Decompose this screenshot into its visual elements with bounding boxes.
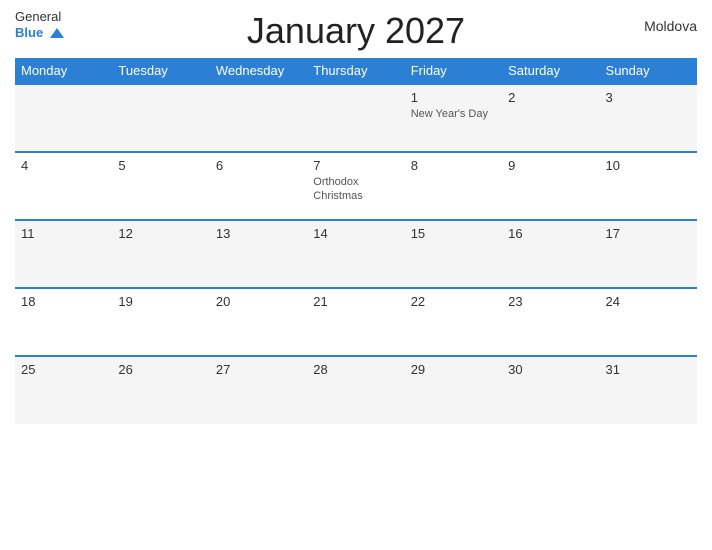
calendar-body: 1 New Year's Day 23 4567 Orthodox Christmas 8… xyxy=(15,84,697,424)
calendar-day: 2 xyxy=(502,84,599,152)
holiday-name: Orthodox Christmas xyxy=(313,175,398,204)
calendar-day: 13 xyxy=(210,220,307,288)
calendar-day: 30 xyxy=(502,356,599,424)
day-number: 12 xyxy=(118,226,203,241)
day-number: 26 xyxy=(118,362,203,377)
country-label: Moldova xyxy=(644,18,697,34)
col-wednesday: Wednesday xyxy=(210,58,307,84)
day-number: 18 xyxy=(21,294,106,309)
day-number: 11 xyxy=(21,226,106,241)
calendar-day: 16 xyxy=(502,220,599,288)
day-number: 2 xyxy=(508,90,593,105)
col-tuesday: Tuesday xyxy=(112,58,209,84)
holiday-name: New Year's Day xyxy=(411,107,496,121)
day-number: 15 xyxy=(411,226,496,241)
calendar-day: 23 xyxy=(502,288,599,356)
logo-blue-text: Blue xyxy=(15,25,43,40)
day-number: 19 xyxy=(118,294,203,309)
day-number: 29 xyxy=(411,362,496,377)
calendar-day xyxy=(307,84,404,152)
calendar-day xyxy=(112,84,209,152)
calendar-day: 27 xyxy=(210,356,307,424)
day-number: 8 xyxy=(411,158,496,173)
day-number: 30 xyxy=(508,362,593,377)
day-number: 1 xyxy=(411,90,496,105)
day-number: 20 xyxy=(216,294,301,309)
col-friday: Friday xyxy=(405,58,502,84)
calendar-day: 28 xyxy=(307,356,404,424)
calendar-table: Monday Tuesday Wednesday Thursday Friday… xyxy=(15,58,697,424)
calendar-day: 1 New Year's Day xyxy=(405,84,502,152)
logo-blue-row: Blue xyxy=(15,24,64,42)
calendar-day: 3 xyxy=(600,84,697,152)
calendar-day: 26 xyxy=(112,356,209,424)
calendar-day: 11 xyxy=(15,220,112,288)
calendar-day: 14 xyxy=(307,220,404,288)
calendar-day: 15 xyxy=(405,220,502,288)
calendar-day: 24 xyxy=(600,288,697,356)
day-number: 23 xyxy=(508,294,593,309)
calendar-day: 17 xyxy=(600,220,697,288)
calendar-day: 21 xyxy=(307,288,404,356)
day-number: 16 xyxy=(508,226,593,241)
calendar-day: 6 xyxy=(210,152,307,220)
logo: General Blue xyxy=(15,10,64,42)
day-number: 17 xyxy=(606,226,691,241)
calendar-day xyxy=(15,84,112,152)
calendar-container: General Blue January 2027 Moldova Monday… xyxy=(0,0,712,550)
day-number: 14 xyxy=(313,226,398,241)
month-title: January 2027 xyxy=(247,10,465,52)
calendar-day: 25 xyxy=(15,356,112,424)
day-number: 31 xyxy=(606,362,691,377)
logo-triangle-icon xyxy=(50,28,64,38)
calendar-day: 20 xyxy=(210,288,307,356)
day-number: 7 xyxy=(313,158,398,173)
col-thursday: Thursday xyxy=(307,58,404,84)
day-number: 25 xyxy=(21,362,106,377)
col-saturday: Saturday xyxy=(502,58,599,84)
calendar-day: 5 xyxy=(112,152,209,220)
calendar-day: 8 xyxy=(405,152,502,220)
day-number: 9 xyxy=(508,158,593,173)
calendar-header: General Blue January 2027 Moldova xyxy=(15,10,697,52)
calendar-day xyxy=(210,84,307,152)
calendar-day: 29 xyxy=(405,356,502,424)
calendar-day: 31 xyxy=(600,356,697,424)
calendar-day: 7 Orthodox Christmas xyxy=(307,152,404,220)
day-number: 4 xyxy=(21,158,106,173)
calendar-day: 18 xyxy=(15,288,112,356)
day-number: 21 xyxy=(313,294,398,309)
calendar-day: 22 xyxy=(405,288,502,356)
calendar-day: 4 xyxy=(15,152,112,220)
day-number: 24 xyxy=(606,294,691,309)
day-number: 22 xyxy=(411,294,496,309)
col-monday: Monday xyxy=(15,58,112,84)
day-number: 3 xyxy=(606,90,691,105)
day-number: 13 xyxy=(216,226,301,241)
day-number: 28 xyxy=(313,362,398,377)
day-number: 5 xyxy=(118,158,203,173)
day-number: 6 xyxy=(216,158,301,173)
day-number: 10 xyxy=(606,158,691,173)
day-number: 27 xyxy=(216,362,301,377)
calendar-day: 9 xyxy=(502,152,599,220)
calendar-day: 19 xyxy=(112,288,209,356)
calendar-day: 10 xyxy=(600,152,697,220)
calendar-header-row: Monday Tuesday Wednesday Thursday Friday… xyxy=(15,58,697,84)
logo-general-text: General xyxy=(15,10,64,24)
col-sunday: Sunday xyxy=(600,58,697,84)
calendar-day: 12 xyxy=(112,220,209,288)
